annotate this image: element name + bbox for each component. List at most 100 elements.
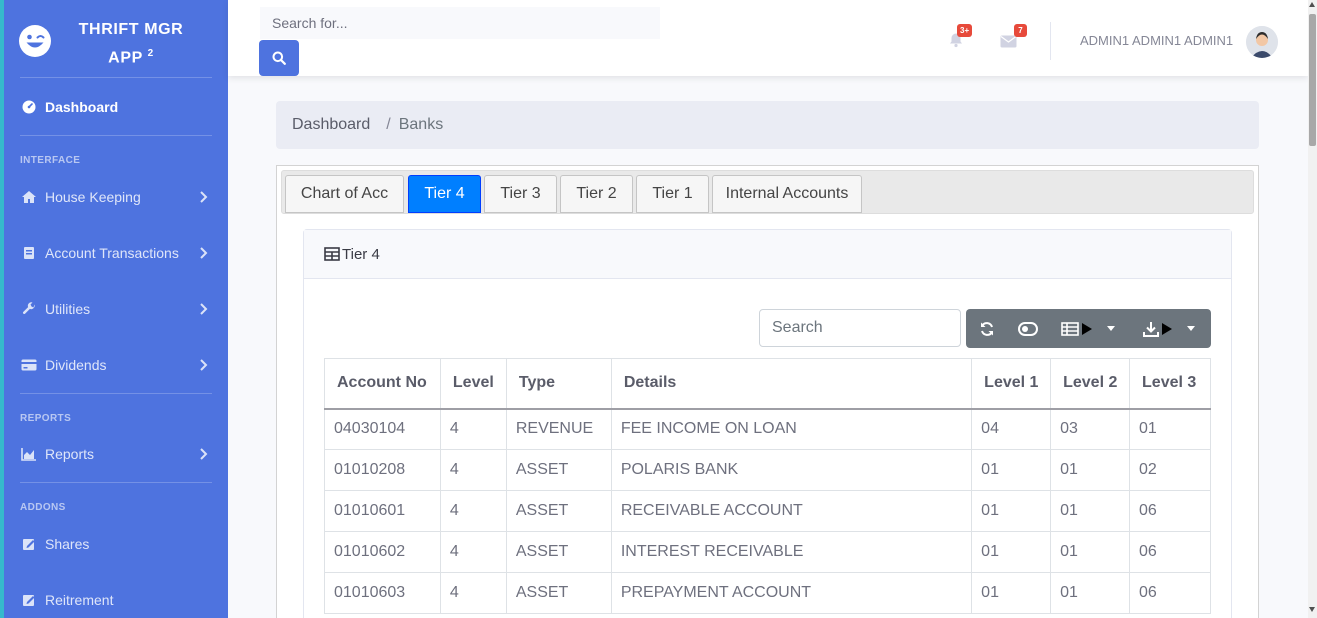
tab-internal-accounts[interactable]: Internal Accounts <box>712 175 862 213</box>
search-button[interactable] <box>259 40 299 76</box>
breadcrumb-home[interactable]: Dashboard <box>292 116 370 134</box>
cell-type: ASSET <box>505 531 612 573</box>
list-icon <box>1061 321 1079 336</box>
toggle-icon <box>1018 321 1038 336</box>
cell-level: 4 <box>439 449 507 491</box>
cell-level-3: 02 <box>1129 449 1211 491</box>
chevron-right-icon <box>200 191 208 203</box>
cell-level-2: 01 <box>1050 449 1131 491</box>
breadcrumb-separator: / <box>386 116 391 133</box>
cell-level-1: 04 <box>971 408 1052 450</box>
table-row[interactable]: 01010602 4 ASSET INTEREST RECEIVABLE 01 … <box>324 531 1211 573</box>
toggle-view-button[interactable] <box>1013 309 1043 348</box>
cell-level-1: 01 <box>971 490 1052 532</box>
chevron-right-icon <box>200 247 208 259</box>
alerts-count-badge: 3+ <box>957 24 973 37</box>
sidebar-item-utilities[interactable]: Utilities <box>4 294 228 324</box>
sidebar-divider <box>20 135 212 136</box>
cell-level-1: 01 <box>971 572 1052 614</box>
table-row[interactable]: 01010601 4 ASSET RECEIVABLE ACCOUNT 01 0… <box>324 490 1211 532</box>
search-icon <box>272 51 286 65</box>
sidebar-item-label: Utilities <box>45 301 91 317</box>
tab-tier-2[interactable]: Tier 2 <box>560 175 633 213</box>
table-row[interactable]: 01010208 4 ASSET POLARIS BANK 01 01 02 <box>324 449 1211 491</box>
refresh-button[interactable] <box>972 309 1002 348</box>
sidebar-item-dividends[interactable]: Dividends <box>4 350 228 380</box>
col-header-account-no[interactable]: Account No <box>324 358 441 410</box>
caret-down-icon <box>1187 326 1195 331</box>
cell-account-no: 01010603 <box>324 572 441 614</box>
col-header-level[interactable]: Level <box>439 358 507 410</box>
col-header-type[interactable]: Type <box>505 358 612 410</box>
card-title: Tier 4 <box>342 245 380 263</box>
table-row[interactable]: 01010603 4 ASSET PREPAYMENT ACCOUNT 01 0… <box>324 572 1211 614</box>
tab-tier-1[interactable]: Tier 1 <box>636 175 709 213</box>
brand-line-2: APP <box>108 49 143 67</box>
table-icon <box>324 247 340 261</box>
col-header-level-1[interactable]: Level 1 <box>971 358 1052 410</box>
tab-chart-of-acc[interactable]: Chart of Acc <box>285 175 404 213</box>
messages-count-badge: 7 <box>1014 24 1027 37</box>
brand[interactable]: THRIFT MGR APP 2 <box>4 0 228 78</box>
cell-account-no: 01010208 <box>324 449 441 491</box>
cell-level: 4 <box>439 490 507 532</box>
breadcrumb: Dashboard / Banks <box>276 101 1259 149</box>
user-name[interactable]: ADMIN1 ADMIN1 ADMIN1 <box>1080 33 1233 48</box>
cell-account-no: 01010601 <box>324 490 441 532</box>
brand-line-1: THRIFT MGR <box>78 21 184 38</box>
sidebar-item-label: Reitrement <box>45 592 114 608</box>
sidebar-item-label: House Keeping <box>45 189 141 205</box>
avatar[interactable] <box>1246 26 1278 58</box>
scroll-down-arrow[interactable] <box>1309 607 1315 612</box>
cell-type: ASSET <box>505 572 612 614</box>
user-avatar-icon <box>1246 26 1278 58</box>
cell-type: REVENUE <box>505 408 612 450</box>
sidebar-item-retirement[interactable]: Reitrement <box>4 585 228 615</box>
sidebar-item-reports[interactable]: Reports <box>4 439 228 469</box>
col-header-details[interactable]: Details <box>610 358 973 410</box>
home-icon <box>21 189 37 205</box>
topbar-divider <box>1050 22 1051 60</box>
tab-tier-3[interactable]: Tier 3 <box>484 175 557 213</box>
table-row[interactable]: 04030104 4 REVENUE FEE INCOME ON LOAN 04… <box>324 408 1211 450</box>
chevron-right-icon <box>200 359 208 371</box>
col-header-level-2[interactable]: Level 2 <box>1050 358 1131 410</box>
cell-level-3: 06 <box>1129 490 1211 532</box>
sidebar-item-label: Shares <box>45 536 90 552</box>
cell-level-2: 01 <box>1050 490 1131 532</box>
laugh-wink-icon <box>19 25 51 57</box>
topbar: 3+ 7 ADMIN1 ADMIN1 ADMIN1 <box>228 0 1308 76</box>
sidebar-item-label: Dividends <box>45 357 107 373</box>
col-header-level-3[interactable]: Level 3 <box>1129 358 1211 410</box>
sidebar-item-dashboard[interactable]: Dashboard <box>4 92 228 122</box>
table-header-row: Account No Level Type Details Level 1 Le… <box>324 358 1211 410</box>
tab-tier-4[interactable]: Tier 4 <box>408 175 481 213</box>
alerts-dropdown[interactable]: 3+ <box>948 24 973 52</box>
sidebar-item-house-keeping[interactable]: House Keeping <box>4 182 228 212</box>
messages-dropdown[interactable]: 7 <box>1000 24 1027 52</box>
sidebar-item-account-transactions[interactable]: Account Transactions <box>4 238 228 268</box>
sync-icon <box>981 321 993 336</box>
sidebar-heading-addons: ADDONS <box>20 502 66 513</box>
sidebar-item-shares[interactable]: Shares <box>4 529 228 559</box>
search-input[interactable] <box>260 7 660 39</box>
scroll-up-arrow[interactable] <box>1309 2 1315 7</box>
play-arrow-icon <box>1162 322 1172 335</box>
wrench-icon <box>21 301 37 317</box>
columns-dropdown-button[interactable] <box>1058 309 1118 348</box>
page-scrollbar[interactable] <box>1308 0 1317 618</box>
credit-card-icon <box>21 357 37 373</box>
cell-level: 4 <box>439 572 507 614</box>
cell-account-no: 04030104 <box>324 408 441 450</box>
cell-level-1: 01 <box>971 449 1052 491</box>
table-toolbar <box>966 309 1211 348</box>
edit-icon <box>21 536 37 552</box>
export-dropdown-button[interactable] <box>1138 309 1200 348</box>
sidebar-item-label: Reports <box>45 446 95 462</box>
cell-details: POLARIS BANK <box>610 449 973 491</box>
scrollbar-thumb[interactable] <box>1309 14 1316 146</box>
cell-details: PREPAYMENT ACCOUNT <box>610 572 973 614</box>
table-search-input[interactable] <box>759 309 961 347</box>
tachometer-icon <box>21 99 37 115</box>
cell-details: RECEIVABLE ACCOUNT <box>610 490 973 532</box>
